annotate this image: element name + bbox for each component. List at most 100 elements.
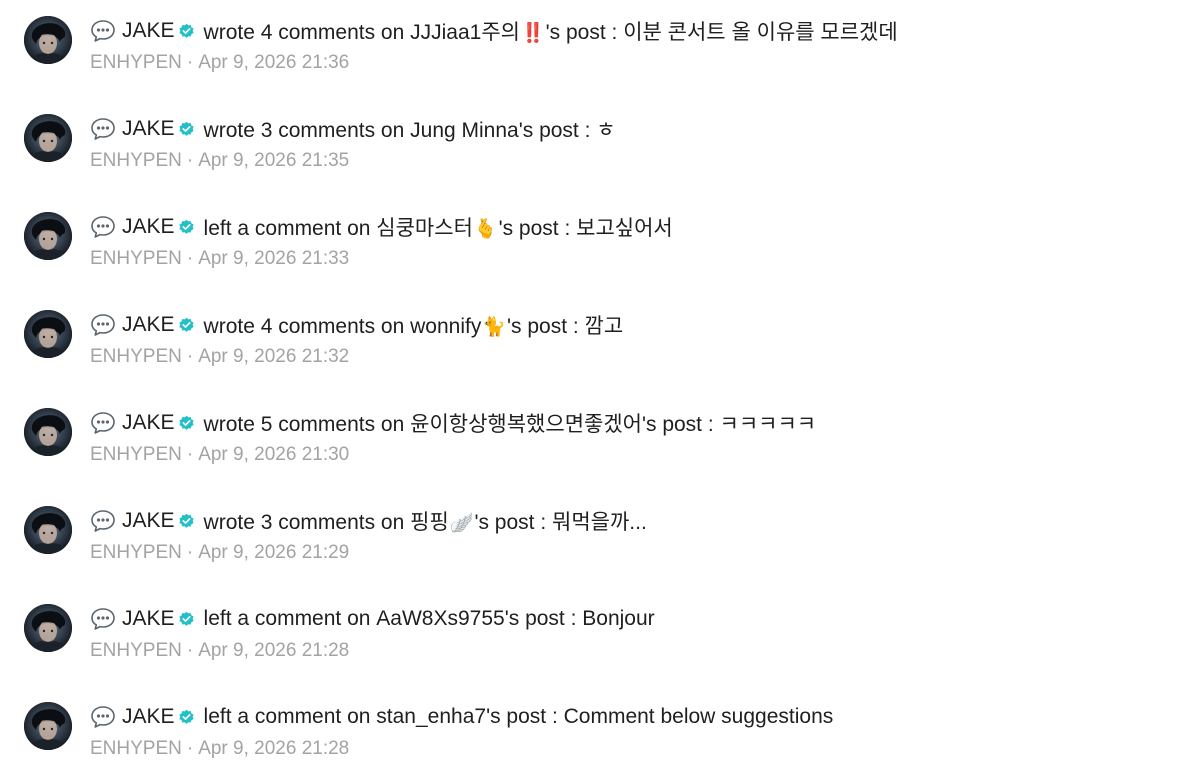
action-text: wrote 5 comments on xyxy=(203,413,405,436)
timestamp: Apr 9, 2026 21:36 xyxy=(198,52,350,73)
post-preview-link[interactable]: 's post : ㅋㅋㅋㅋㅋ xyxy=(642,413,816,436)
activity-text: left a comment on AaW8Xs9755's post : Bo… xyxy=(204,607,655,631)
emoji: 🐈 xyxy=(482,317,507,338)
author-name[interactable]: JAKE xyxy=(122,313,175,337)
activity-line: JAKE left a comment on stan_enha7's post … xyxy=(90,702,833,732)
post-author-link[interactable]: wonnify xyxy=(410,315,481,338)
post-preview-link[interactable]: 's post : Bonjour xyxy=(505,607,655,630)
avatar[interactable] xyxy=(24,604,72,652)
meta-line: ENHYPEN · Apr 9, 2026 21:30 xyxy=(90,444,349,466)
timestamp: Apr 9, 2026 21:32 xyxy=(198,346,350,367)
feed-item[interactable]: JAKE left a comment on AaW8Xs9755's post … xyxy=(24,604,1174,686)
action-text: left a comment on xyxy=(203,705,371,728)
speech-bubble-icon xyxy=(90,607,116,631)
author-name[interactable]: JAKE xyxy=(122,705,175,729)
verified-badge-icon xyxy=(178,415,195,432)
post-author-link[interactable]: AaW8Xs9755 xyxy=(376,607,504,630)
post-preview-link[interactable]: 's post : 이분 콘서트 올 이유를 모르겠데 xyxy=(546,21,898,44)
community-name: ENHYPEN xyxy=(90,444,182,465)
verified-badge-icon xyxy=(178,611,195,628)
community-name: ENHYPEN xyxy=(90,738,182,759)
separator-dot: · xyxy=(186,542,194,563)
meta-line: ENHYPEN · Apr 9, 2026 21:28 xyxy=(90,738,349,760)
activity-text: wrote 3 comments on Jung Minna's post : … xyxy=(204,114,616,144)
avatar[interactable] xyxy=(24,16,72,64)
verified-badge-icon xyxy=(178,513,195,530)
action-text: wrote 4 comments on xyxy=(203,21,405,44)
separator-dot: · xyxy=(186,346,194,367)
feed-item[interactable]: JAKE wrote 3 comments on 핑핑🪽's post : 뭐먹을… xyxy=(24,506,1174,588)
timestamp: Apr 9, 2026 21:35 xyxy=(198,150,350,171)
feed-item[interactable]: JAKE left a comment on 심쿵마스터🫰's post : 보고… xyxy=(24,212,1174,294)
separator-dot: · xyxy=(186,150,194,171)
meta-line: ENHYPEN · Apr 9, 2026 21:36 xyxy=(90,52,349,74)
avatar[interactable] xyxy=(24,114,72,162)
timestamp: Apr 9, 2026 21:28 xyxy=(198,738,350,759)
post-author-link[interactable]: 윤이항상행복했으면좋겠어 xyxy=(410,413,642,436)
speech-bubble-icon xyxy=(90,19,116,43)
activity-line: JAKE left a comment on AaW8Xs9755's post … xyxy=(90,604,655,634)
verified-badge-icon xyxy=(178,317,195,334)
separator-dot: · xyxy=(186,640,194,661)
community-name: ENHYPEN xyxy=(90,150,182,171)
meta-line: ENHYPEN · Apr 9, 2026 21:35 xyxy=(90,150,349,172)
post-author-link[interactable]: Jung Minna xyxy=(410,119,519,142)
author-name[interactable]: JAKE xyxy=(122,215,175,239)
action-text: wrote 4 comments on xyxy=(203,315,405,338)
post-author-link[interactable]: 핑핑 xyxy=(410,511,449,534)
post-preview-link[interactable]: 's post : 뭐먹을까... xyxy=(474,511,646,534)
author-name[interactable]: JAKE xyxy=(122,509,175,533)
post-author-link[interactable]: stan_enha7 xyxy=(376,705,486,728)
emoji: ‼️ xyxy=(520,23,545,44)
community-name: ENHYPEN xyxy=(90,346,182,367)
activity-text: wrote 4 comments on JJJiaa1주의‼️'s post :… xyxy=(204,16,898,46)
activity-line: JAKE wrote 3 comments on Jung Minna's pos… xyxy=(90,114,616,144)
activity-line: JAKE wrote 5 comments on 윤이항상행복했으면좋겠어's p… xyxy=(90,408,816,438)
action-text: wrote 3 comments on xyxy=(203,511,405,534)
meta-line: ENHYPEN · Apr 9, 2026 21:29 xyxy=(90,542,349,564)
verified-badge-icon xyxy=(178,23,195,40)
speech-bubble-icon xyxy=(90,705,116,729)
speech-bubble-icon xyxy=(90,117,116,141)
separator-dot: · xyxy=(186,444,194,465)
community-name: ENHYPEN xyxy=(90,248,182,269)
activity-text: wrote 3 comments on 핑핑🪽's post : 뭐먹을까... xyxy=(204,506,647,536)
action-text: left a comment on xyxy=(203,607,371,630)
activity-text: left a comment on stan_enha7's post : Co… xyxy=(204,705,834,729)
speech-bubble-icon xyxy=(90,215,116,239)
separator-dot: · xyxy=(186,52,194,73)
activity-feed: JAKE wrote 4 comments on JJJiaa1주의‼️'s po… xyxy=(0,0,1200,769)
timestamp: Apr 9, 2026 21:29 xyxy=(198,542,350,563)
post-preview-link[interactable]: 's post : Comment below suggestions xyxy=(486,705,833,728)
post-preview-link[interactable]: 's post : 깜고 xyxy=(507,315,623,338)
community-name: ENHYPEN xyxy=(90,52,182,73)
avatar[interactable] xyxy=(24,506,72,554)
speech-bubble-icon xyxy=(90,313,116,337)
avatar[interactable] xyxy=(24,212,72,260)
activity-text: wrote 4 comments on wonnify🐈's post : 깜고 xyxy=(204,310,624,340)
post-preview-link[interactable]: 's post : ㅎ xyxy=(519,119,616,142)
post-author-link[interactable]: 심쿵마스터 xyxy=(376,217,473,240)
avatar[interactable] xyxy=(24,702,72,750)
verified-badge-icon xyxy=(178,709,195,726)
post-author-link[interactable]: JJJiaa1주의 xyxy=(410,21,520,44)
activity-line: JAKE wrote 3 comments on 핑핑🪽's post : 뭐먹을… xyxy=(90,506,647,536)
avatar[interactable] xyxy=(24,310,72,358)
timestamp: Apr 9, 2026 21:33 xyxy=(198,248,350,269)
avatar[interactable] xyxy=(24,408,72,456)
post-preview-link[interactable]: 's post : 보고싶어서 xyxy=(499,217,673,240)
emoji: 🫰 xyxy=(473,219,498,240)
feed-item[interactable]: JAKE left a comment on stan_enha7's post … xyxy=(24,702,1174,784)
meta-line: ENHYPEN · Apr 9, 2026 21:28 xyxy=(90,640,349,662)
author-name[interactable]: JAKE xyxy=(122,19,175,43)
activity-text: wrote 5 comments on 윤이항상행복했으면좋겠어's post … xyxy=(204,408,817,438)
action-text: wrote 3 comments on xyxy=(203,119,405,142)
author-name[interactable]: JAKE xyxy=(122,117,175,141)
feed-item[interactable]: JAKE wrote 3 comments on Jung Minna's pos… xyxy=(24,114,1174,196)
feed-item[interactable]: JAKE wrote 4 comments on JJJiaa1주의‼️'s po… xyxy=(24,16,1174,98)
author-name[interactable]: JAKE xyxy=(122,411,175,435)
feed-item[interactable]: JAKE wrote 4 comments on wonnify🐈's post … xyxy=(24,310,1174,392)
author-name[interactable]: JAKE xyxy=(122,607,175,631)
meta-line: ENHYPEN · Apr 9, 2026 21:33 xyxy=(90,248,349,270)
feed-item[interactable]: JAKE wrote 5 comments on 윤이항상행복했으면좋겠어's p… xyxy=(24,408,1174,490)
